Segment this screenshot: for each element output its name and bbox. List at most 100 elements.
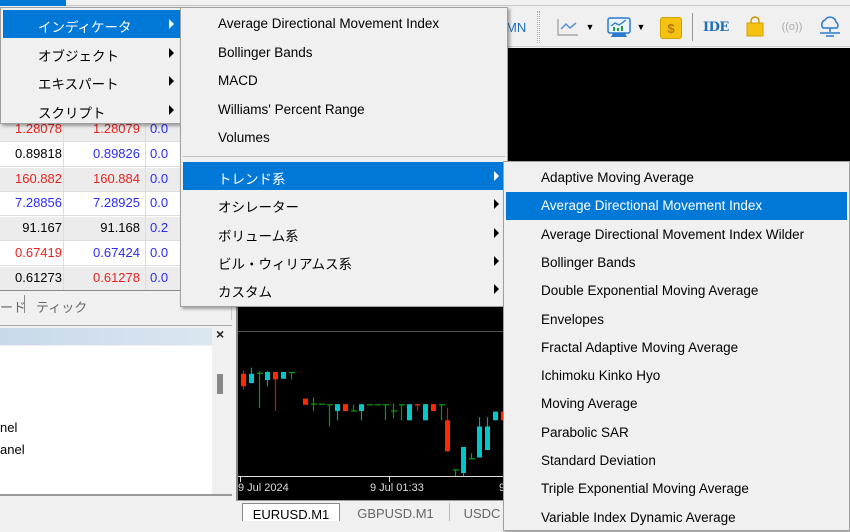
menu-item-label: インディケータ <box>38 20 132 35</box>
tab-tick[interactable]: ティック <box>36 297 87 316</box>
menu-item-indicator[interactable]: Average Directional Movement Index <box>183 10 505 38</box>
insert-menu: インディケータ オブジェクトエキスパートスクリプト <box>0 7 183 124</box>
tab-symbols[interactable]: ード <box>0 297 26 316</box>
menu-item-indicator[interactable]: Standard Deviation <box>506 447 847 475</box>
menu-item-label: Average Directional Movement Index <box>218 16 440 31</box>
menu-item-label: Double Exponential Moving Average <box>541 283 759 299</box>
submenu-arrow-icon <box>169 47 174 58</box>
candle-body <box>335 404 340 411</box>
cell-spread: 0.0 <box>150 245 169 260</box>
x-tick-label: 9 Jul 01:33 <box>370 482 424 494</box>
candle-body <box>375 404 381 406</box>
candle-body <box>383 404 389 406</box>
menu-item[interactable]: スクリプト <box>3 96 180 124</box>
submenu-arrow-icon <box>169 104 174 115</box>
menu-item-category[interactable]: カスタム <box>183 275 505 303</box>
candle-body <box>391 410 397 412</box>
candle-body <box>367 404 373 406</box>
menu-item-indicator[interactable]: Bollinger Bands <box>183 39 505 67</box>
chart-tab-gbpusd[interactable]: GBPUSD.M1 <box>342 503 450 521</box>
navigator-item[interactable]: nel <box>0 420 17 435</box>
menu-bar <box>0 0 850 6</box>
menu-item-category[interactable]: ボリューム系 <box>183 219 505 247</box>
menu-bar-insert-active[interactable] <box>0 0 66 6</box>
candle-body <box>241 373 246 387</box>
close-icon[interactable]: × <box>216 326 224 342</box>
menu-item-indicator[interactable]: Bollinger Bands <box>506 249 847 277</box>
cell-ask: 91.168 <box>100 220 140 236</box>
menu-item-label: ビル・ウィリアムス系 <box>218 256 353 272</box>
menu-item-indicator[interactable]: Fractal Adaptive Moving Average <box>506 334 847 362</box>
cell-ask: 0.67424 <box>93 245 140 260</box>
submenu-arrow-icon <box>494 171 499 181</box>
menu-item-indicator[interactable]: MACD <box>183 67 505 95</box>
cell-bid: 91.167 <box>22 220 62 236</box>
candle-body <box>311 403 317 405</box>
candle-body <box>461 446 466 473</box>
menu-item-category[interactable]: ビル・ウィリアムス系 <box>183 247 505 275</box>
submenu-arrow-icon <box>494 284 499 295</box>
cell-spread: 0.0 <box>150 269 169 285</box>
ide-button[interactable]: IDE <box>703 16 729 38</box>
navigator-scrollbar[interactable] <box>212 346 230 496</box>
menu-item[interactable]: エキスパート <box>3 67 180 95</box>
candle-body <box>303 398 308 405</box>
menu-item-label: Bollinger Bands <box>541 254 636 270</box>
menu-item-indicator[interactable]: Parabolic SAR <box>506 419 847 447</box>
menu-item-indicator[interactable]: Williams' Percent Range <box>183 96 505 124</box>
menu-item-category[interactable]: オシレーター <box>183 190 505 218</box>
menu-item-label: Williams' Percent Range <box>218 101 365 117</box>
menu-item-label: Average Directional Movement Index <box>541 198 763 214</box>
cell-bid: 160.882 <box>15 170 62 186</box>
menu-item-indicator[interactable]: Volumes <box>183 124 505 152</box>
tab-separator <box>24 295 25 313</box>
submenu-arrow-icon <box>169 76 174 86</box>
menu-item-label: Parabolic SAR <box>541 424 629 440</box>
menu-item-indicator[interactable]: Variable Index Dynamic Average <box>506 504 847 532</box>
candle-body <box>493 411 498 421</box>
cell-ask: 7.28925 <box>93 195 140 211</box>
market-dollar-icon[interactable]: $ <box>660 17 682 39</box>
chart-type-dropdown-icon[interactable]: ▼ <box>585 16 595 38</box>
indicators-dropdown-icon[interactable]: ▼ <box>636 16 646 38</box>
shopping-bag-icon[interactable] <box>744 16 766 38</box>
indicators-icon[interactable] <box>606 16 632 38</box>
menu-item-label: Moving Average <box>541 396 638 412</box>
candle-body <box>469 458 475 460</box>
menu-item-indicator[interactable]: Envelopes <box>506 306 847 334</box>
menu-item-label: Envelopes <box>541 311 605 327</box>
toolbar-separator <box>692 13 693 41</box>
navigator-header <box>0 328 212 345</box>
candle-body <box>273 371 278 380</box>
menu-item[interactable]: オブジェクト <box>3 39 180 67</box>
candle-body <box>407 404 412 421</box>
menu-item-label: MACD <box>218 73 258 88</box>
candle-body <box>327 404 333 406</box>
menu-item-indicator[interactable]: Double Exponential Moving Average <box>506 277 847 305</box>
menu-item-indicator[interactable]: Adaptive Moving Average <box>506 164 847 192</box>
candle-body <box>431 404 436 411</box>
menu-item-label: オブジェクト <box>38 48 119 64</box>
line-chart-icon[interactable] <box>556 16 580 38</box>
menu-item-label: Bollinger Bands <box>218 44 313 60</box>
menu-item-indicator[interactable]: Ichimoku Kinko Hyo <box>506 362 847 390</box>
vps-cloud-icon[interactable] <box>817 16 843 38</box>
scrollbar-thumb[interactable] <box>217 374 223 394</box>
menu-item-indicator[interactable]: Average Directional Movement Index <box>506 192 847 221</box>
chart-tab-eurusd[interactable]: EURUSD.M1 <box>242 503 340 522</box>
cell-bid: 0.61273 <box>15 269 62 285</box>
x-tick-label: 9 Jul 2024 <box>238 482 289 494</box>
cell-spread: 0.0 <box>150 195 169 211</box>
menu-item-indicator[interactable]: Moving Average <box>506 390 847 418</box>
candle-body <box>343 404 348 411</box>
signals-icon[interactable]: ((o)) <box>780 16 804 38</box>
menu-item-category[interactable]: トレンド系 <box>183 162 505 190</box>
timeframe-mn-button[interactable]: MN <box>506 16 526 38</box>
menu-item[interactable]: インディケータ <box>3 10 180 38</box>
navigator-item[interactable]: anel <box>0 442 25 457</box>
candle-body <box>351 410 357 412</box>
menu-item-indicator[interactable]: Triple Exponential Moving Average <box>506 475 847 503</box>
menu-item-indicator[interactable]: Average Directional Movement Index Wilde… <box>506 221 847 249</box>
menu-item-label: スクリプト <box>38 105 106 121</box>
candle-body <box>289 371 295 374</box>
